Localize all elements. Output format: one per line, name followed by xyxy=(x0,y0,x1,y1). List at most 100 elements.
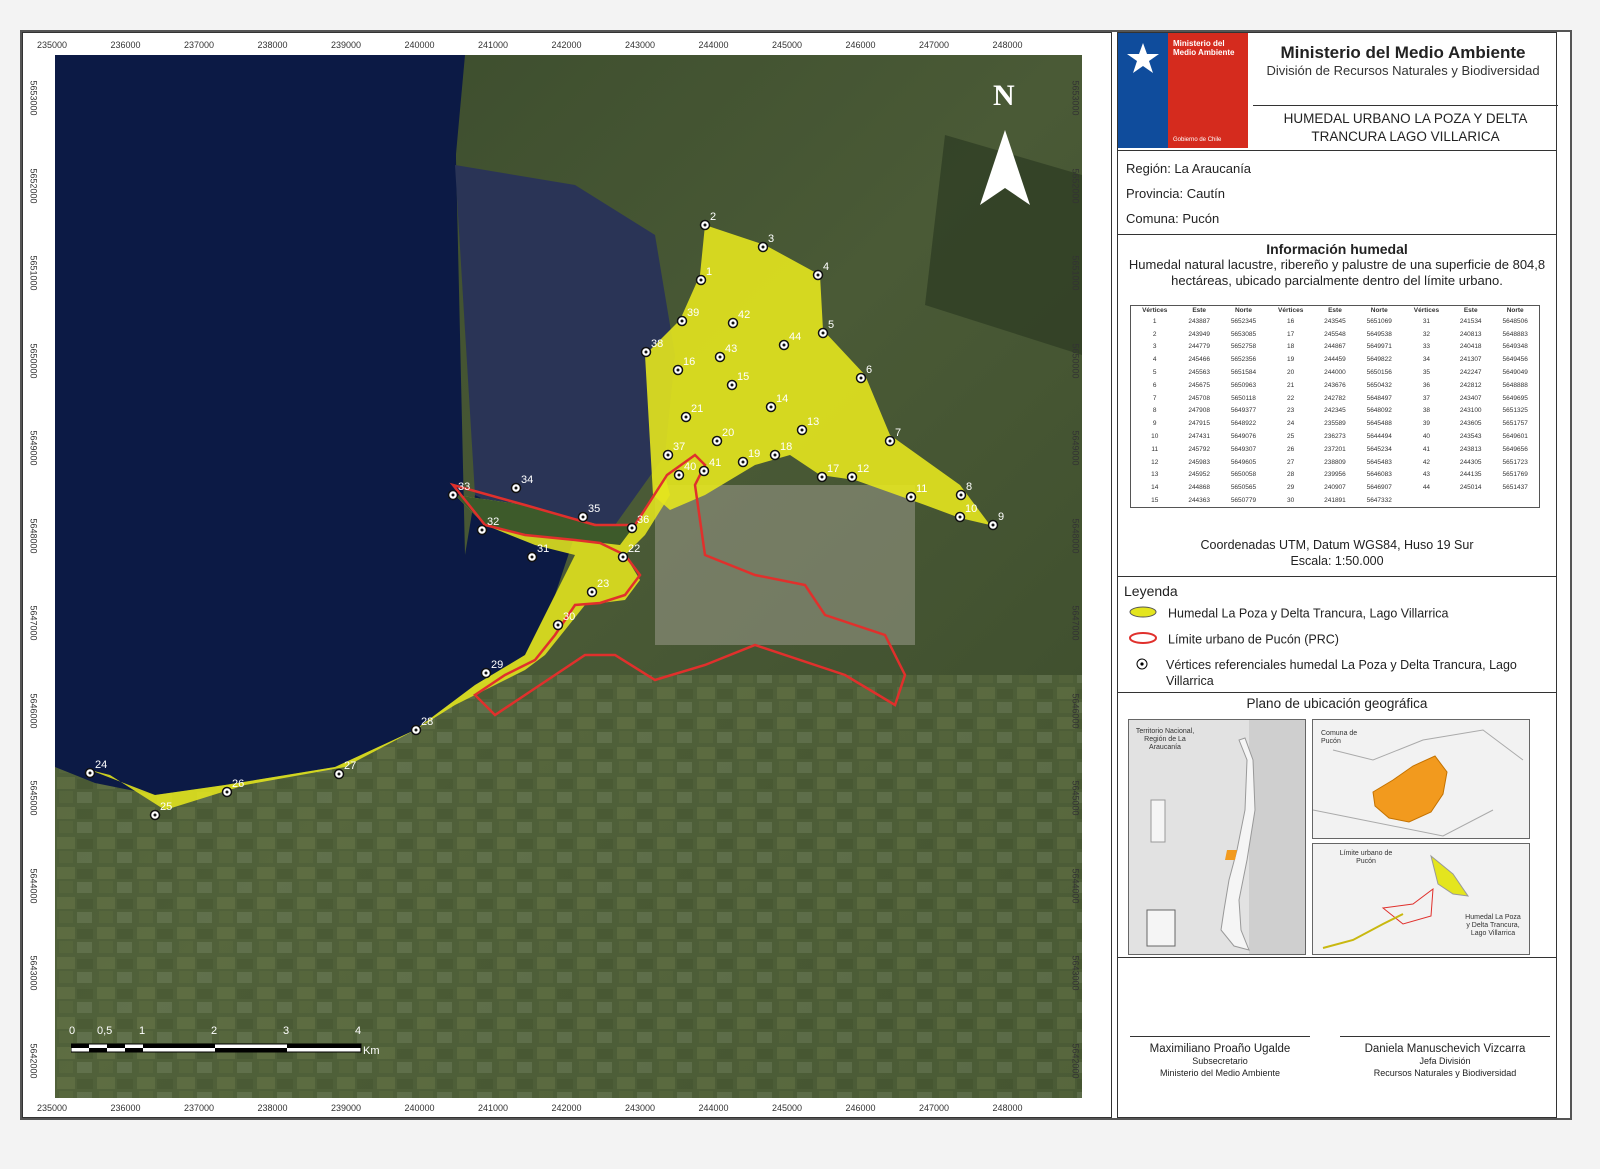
y-tick-label: 5650000 xyxy=(28,342,39,379)
vertex-table-cell: 34 xyxy=(1422,356,1431,364)
vertex-table-cell: 5645483 xyxy=(1366,458,1392,466)
vertex-label: 12 xyxy=(857,463,869,475)
plan-title: Plano de ubicación geográfica xyxy=(1246,696,1428,711)
vertex-label: 44 xyxy=(789,331,801,343)
vertex-label: 22 xyxy=(628,543,640,555)
vertex-table-cell: 5649971 xyxy=(1366,343,1392,351)
legend-label-urban: Límite urbano de Pucón (PRC) xyxy=(1168,632,1339,647)
vertex-table-cell: 245014 xyxy=(1459,484,1482,492)
vertex-table-cell: 5646907 xyxy=(1366,484,1392,492)
vertex-table-header: Vértices xyxy=(1278,307,1304,314)
vertex-table-cell: 12 xyxy=(1151,458,1159,466)
vertex-table-cell xyxy=(1450,494,1491,507)
vertex-table-cell: 3 xyxy=(1152,343,1157,351)
logo-text: Ministerio del Medio Ambiente xyxy=(1168,33,1248,148)
logo-footer: Gobierno de Chile xyxy=(1173,137,1222,143)
vertex-table-cell: 5651325 xyxy=(1502,407,1528,415)
x-tick-label: 240000 xyxy=(404,1103,435,1113)
vertex-label: 29 xyxy=(491,659,503,671)
vertex-table-cell: 5648506 xyxy=(1502,317,1528,325)
signature-1-org: Ministerio del Medio Ambiente xyxy=(1159,1068,1281,1078)
y-tick-label: 5644000 xyxy=(1070,867,1081,904)
wetland-legend-icon xyxy=(1129,606,1157,618)
vertex-table-cell: 5646083 xyxy=(1366,471,1392,479)
satellite-map[interactable]: 1 2 3 4 5 6 7 8 9 10 11 12 13 14 15 16 17 18 19 20 21 22 23 24 2… xyxy=(55,55,1082,1098)
vertex-table-cell: 21 xyxy=(1287,381,1295,389)
vertex-table-cell: 25 xyxy=(1287,433,1295,441)
vertex-table-cell: 5651437 xyxy=(1502,484,1528,492)
vertex-label: 42 xyxy=(738,309,750,321)
vertex-label: 5 xyxy=(828,319,834,331)
vertex-table-cell: 243545 xyxy=(1324,317,1346,325)
vertex-table-cell: 15 xyxy=(1151,497,1159,505)
vertex-table-cell: 5650118 xyxy=(1231,394,1256,402)
vertex-table-cell: 238809 xyxy=(1324,458,1346,466)
signature-2-org: Recursos Naturales y Biodiversidad xyxy=(1373,1068,1517,1078)
x-tick-label: 236000 xyxy=(110,1103,141,1113)
x-tick-label: 238000 xyxy=(257,1103,288,1113)
vertex-table-cell: 26 xyxy=(1287,445,1295,453)
vertex-table-cell: 237201 xyxy=(1324,445,1346,453)
vertex-label: 17 xyxy=(827,463,839,475)
vertex-table-cell: 241307 xyxy=(1459,356,1482,364)
inset-urban-note: Humedal La Poza y Delta Trancura, Lago V… xyxy=(1465,914,1521,937)
info-description: Humedal natural lacustre, ribereño y pal… xyxy=(1128,257,1546,288)
vertex-label: 33 xyxy=(458,481,470,493)
vertex-label: 41 xyxy=(709,457,721,469)
y-tick-label: 5649000 xyxy=(28,430,39,466)
vertex-table-cell: 240813 xyxy=(1459,330,1482,338)
vertex-table-cell: 7 xyxy=(1152,394,1157,402)
y-tick-label: 5647000 xyxy=(1070,605,1081,641)
x-tick-label: 247000 xyxy=(919,40,950,50)
inset-comuna-caption: Comuna de Pucón xyxy=(1321,730,1358,745)
vertex-table-cell: 5650058 xyxy=(1230,471,1257,479)
vertex-label: 40 xyxy=(684,461,696,473)
vertex-label: 43 xyxy=(725,343,737,355)
vertex-table-cell: 41 xyxy=(1422,445,1431,453)
x-tick-label: 242000 xyxy=(551,40,582,50)
x-tick-label: 237000 xyxy=(184,40,215,50)
vertex-table-cell: 5650432 xyxy=(1366,381,1392,389)
y-tick-label: 5645000 xyxy=(28,780,39,816)
map-canvas: 1234567891011121314151617181920212223242… xyxy=(55,55,1082,1098)
vertex-table-cell: 5652356 xyxy=(1230,356,1257,364)
vertex-table-header: Este xyxy=(1192,307,1207,314)
vertex-table-cell: 5649348 xyxy=(1502,343,1528,351)
header-section: Ministerio del Medio Ambiente Gobierno d… xyxy=(1118,33,1558,151)
vertex-table-cell: 5649076 xyxy=(1230,433,1257,441)
vertex-table-cell: 5649656 xyxy=(1502,445,1528,453)
vertex-table-cell: 32 xyxy=(1422,330,1431,338)
coord-info: Coordenadas UTM, Datum WGS84, Huso 19 Su… xyxy=(1118,537,1556,569)
vertex-table-row: 8 247908 5649377 23 242345 5648092 38 243100 565… xyxy=(1131,405,1540,418)
vertex-table-cell: 242247 xyxy=(1459,369,1482,377)
vertex-table-row: 6 245675 5650963 21 243676 5650432 36 242812 564… xyxy=(1131,379,1540,392)
scale-unit: Km xyxy=(363,1045,380,1057)
vertex-table-cell: 5651723 xyxy=(1502,458,1528,466)
signature-2: Daniela Manuschevich Vizcarra Jefa Divis… xyxy=(1340,1036,1550,1079)
vertex-label: 7 xyxy=(895,427,901,439)
vertex-table-row: 5 245563 5651584 20 244000 5650156 35 242247 564… xyxy=(1131,366,1540,379)
vertex-label: 28 xyxy=(421,716,433,728)
signature-2-name: Daniela Manuschevich Vizcarra xyxy=(1364,1043,1526,1055)
x-tick-label: 244000 xyxy=(698,40,729,50)
vertex-table-cell: 5651757 xyxy=(1502,420,1528,428)
urban-limit-legend-icon xyxy=(1129,632,1157,644)
vertex-table-cell: 17 xyxy=(1287,330,1295,338)
chile-outline xyxy=(1146,720,1305,954)
vertex-table-cell: 5650963 xyxy=(1230,381,1257,389)
vertex-table-cell: 19 xyxy=(1287,356,1295,364)
vertex-table-cell: 241534 xyxy=(1459,317,1482,325)
scale-bar xyxy=(71,1043,362,1053)
signature-1: Maximiliano Proaño Ugalde Subsecretario … xyxy=(1130,1036,1310,1079)
y-tick-label: 5648000 xyxy=(1070,517,1081,554)
ministry-block: Ministerio del Medio Ambiente División d… xyxy=(1258,43,1548,79)
vertex-table-header: Norte xyxy=(1370,307,1388,314)
vertex-table-cell: 244779 xyxy=(1188,343,1211,351)
vertex-table-cell: 16 xyxy=(1287,317,1295,325)
vertex-table-cell: 242812 xyxy=(1459,381,1482,389)
x-tick-label: 241000 xyxy=(478,40,509,50)
vertex-table-cell: 44 xyxy=(1422,484,1431,492)
vertex-label: 8 xyxy=(966,481,972,493)
town-area xyxy=(655,485,915,645)
vertex-table: Vértices Este Norte Vértices Este Norte Vértic… xyxy=(1130,305,1540,508)
